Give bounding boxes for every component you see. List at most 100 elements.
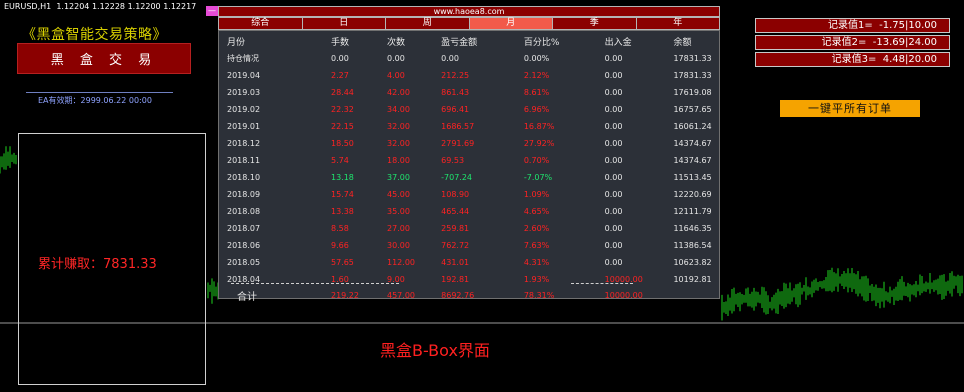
row-flow: 0.00 xyxy=(604,173,623,182)
tab-quarter[interactable]: 季 xyxy=(552,17,637,30)
total-flow: 10000.00 xyxy=(604,291,643,300)
row-lots: 18.50 xyxy=(330,139,354,148)
row-count: 112.00 xyxy=(387,258,415,267)
total-divider xyxy=(231,283,399,284)
row-pnl: -707.24 xyxy=(441,173,473,182)
row-pnl: 0.00 xyxy=(441,54,459,63)
row-month: 持仓情况 xyxy=(227,54,259,63)
row-lots: 2.27 xyxy=(330,71,349,80)
row-lots: 22.32 xyxy=(330,105,354,114)
row-flow: 0.00 xyxy=(604,88,623,97)
row-lots: 0.00 xyxy=(330,54,349,63)
row-pnl: 212.25 xyxy=(441,71,470,80)
table-row: 2018.05 57.65 112.00 431.01 4.31% 0.00 10623.8… xyxy=(219,254,719,271)
row-percent: -7.07% xyxy=(523,173,553,182)
record-value-1: 记录值1= -1.75|10.00 xyxy=(755,18,950,33)
row-balance: 12220.69 xyxy=(673,190,712,199)
row-balance: 14374.67 xyxy=(673,156,712,165)
col-percent: 百分比% xyxy=(523,38,560,48)
col-lots: 手数 xyxy=(330,38,349,48)
row-month: 2018.04 xyxy=(227,275,261,284)
row-month: 2018.10 xyxy=(227,173,261,182)
row-lots: 15.74 xyxy=(330,190,354,199)
row-flow: 0.00 xyxy=(604,105,623,114)
row-count: 27.00 xyxy=(387,224,410,233)
row-percent: 2.12% xyxy=(523,71,550,80)
period-tabs: 综合 日 周 月 季 年 xyxy=(218,17,720,30)
row-flow: 0.00 xyxy=(604,258,623,267)
total-lots: 219.22 xyxy=(330,291,359,300)
row-pnl: 1686.57 xyxy=(441,122,475,131)
tab-week[interactable]: 周 xyxy=(385,17,470,30)
row-percent: 4.31% xyxy=(523,258,550,267)
row-month: 2019.02 xyxy=(227,105,261,114)
row-count: 18.00 xyxy=(387,156,410,165)
col-pnl: 盈亏金额 xyxy=(441,38,478,48)
cumulative-profit: 累计赚取：7831.33 xyxy=(38,257,157,272)
caption: 黑盒B-Box界面 xyxy=(380,341,490,360)
row-lots: 5.74 xyxy=(330,156,349,165)
symbol-ohlc: EURUSD,H1 1.12204 1.12228 1.12200 1.1221… xyxy=(4,2,197,11)
row-balance: 14374.67 xyxy=(673,139,712,148)
table-row: 2018.12 18.50 32.00 2791.69 27.92% 0.00 14374.… xyxy=(219,135,719,152)
row-balance: 17831.33 xyxy=(673,54,712,63)
divider xyxy=(26,92,173,93)
table-row: 2018.11 5.74 18.00 69.53 0.70% 0.00 14374.67 xyxy=(219,152,719,169)
row-pnl: 192.81 xyxy=(441,275,470,284)
row-month: 2018.06 xyxy=(227,241,261,250)
table-row: 2018.09 15.74 45.00 108.90 1.09% 0.00 12220.69 xyxy=(219,186,719,203)
row-balance: 16061.24 xyxy=(673,122,712,131)
collapse-handle[interactable]: — xyxy=(206,6,218,16)
ea-expiry: EA有效期：2999.06.22 00:00 xyxy=(38,96,152,105)
table-row: 2019.03 28.44 42.00 861.43 8.61% 0.00 17619.08 xyxy=(219,84,719,101)
row-month: 2018.08 xyxy=(227,207,261,216)
row-flow: 0.00 xyxy=(604,224,623,233)
row-percent: 4.65% xyxy=(523,207,550,216)
row-lots: 57.65 xyxy=(330,258,354,267)
stats-panel: 月份 手数 次数 盈亏金额 百分比% 出入金 余额 持仓情况 0.00 0.00 0.… xyxy=(218,30,720,303)
total-count: 457.00 xyxy=(387,291,415,300)
row-flow: 0.00 xyxy=(604,139,623,148)
table-row: 2019.01 22.15 32.00 1686.57 16.87% 0.00 16061.… xyxy=(219,118,719,135)
row-percent: 6.96% xyxy=(523,105,550,114)
col-month: 月份 xyxy=(227,38,246,48)
row-pnl: 696.41 xyxy=(441,105,470,114)
row-month: 2019.03 xyxy=(227,88,261,97)
row-flow: 0.00 xyxy=(604,71,623,80)
close-all-orders-button[interactable]: 一键平所有订单 xyxy=(780,100,920,117)
row-month: 2019.01 xyxy=(227,122,261,131)
row-percent: 1.09% xyxy=(523,190,550,199)
row-percent: 0.70% xyxy=(523,156,550,165)
tab-day[interactable]: 日 xyxy=(301,17,386,30)
row-month: 2018.07 xyxy=(227,224,261,233)
row-percent: 1.93% xyxy=(523,275,550,284)
row-pnl: 2791.69 xyxy=(441,139,475,148)
tab-month[interactable]: 月 xyxy=(468,17,553,30)
row-flow: 10000.00 xyxy=(604,275,643,284)
brand-button[interactable]: 黑 盒 交 易 xyxy=(17,43,191,74)
row-count: 9.00 xyxy=(387,275,405,284)
row-lots: 1.60 xyxy=(330,275,349,284)
row-lots: 13.18 xyxy=(330,173,354,182)
row-pnl: 431.01 xyxy=(441,258,470,267)
total-pnl: 8692.76 xyxy=(441,291,475,300)
tab-overall[interactable]: 综合 xyxy=(218,17,303,30)
total-label: 合计 xyxy=(237,292,257,303)
row-month: 2018.05 xyxy=(227,258,261,267)
table-row: 2019.02 22.32 34.00 696.41 6.96% 0.00 16757.65 xyxy=(219,101,719,118)
row-percent: 27.92% xyxy=(523,139,555,148)
row-month: 2018.11 xyxy=(227,156,261,165)
col-balance: 余额 xyxy=(673,38,692,48)
row-count: 0.00 xyxy=(387,54,405,63)
row-pnl: 69.53 xyxy=(441,156,465,165)
table-row: 2018.07 8.58 27.00 259.81 2.60% 0.00 11646.35 xyxy=(219,220,719,237)
tab-year[interactable]: 年 xyxy=(635,17,720,30)
row-percent: 7.63% xyxy=(523,241,550,250)
url-bar: www.haoea8.com xyxy=(218,6,720,17)
row-count: 45.00 xyxy=(387,190,410,199)
row-balance: 11513.45 xyxy=(673,173,712,182)
total-row: 合计 219.22 457.00 8692.76 78.31% 10000.00 xyxy=(219,288,719,303)
row-count: 35.00 xyxy=(387,207,410,216)
row-flow: 0.00 xyxy=(604,241,623,250)
strategy-title: 《黑盒智能交易策略》 xyxy=(22,27,167,43)
